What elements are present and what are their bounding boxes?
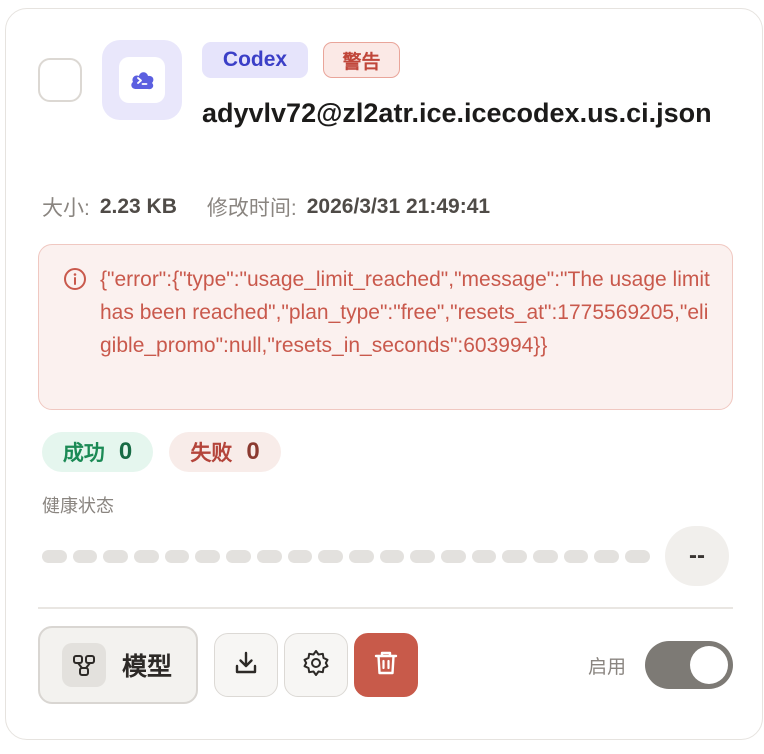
health-segment (563, 550, 589, 563)
health-segment (256, 550, 282, 563)
divider (38, 607, 733, 609)
health-segment (594, 550, 620, 563)
health-segment (471, 550, 497, 563)
enable-toggle[interactable] (645, 641, 733, 689)
toggle-knob (690, 646, 728, 684)
fail-count-pill: 失败 0 (169, 432, 281, 472)
app-icon-tile (102, 40, 182, 120)
gear-icon (301, 648, 331, 683)
health-segment (348, 550, 374, 563)
health-segment (440, 550, 466, 563)
health-segment (134, 550, 159, 563)
delete-button[interactable] (354, 633, 418, 697)
model-nodes-icon (62, 643, 106, 687)
trash-icon (372, 649, 400, 682)
health-segment (72, 550, 98, 563)
health-segment (625, 550, 650, 563)
health-segment (410, 550, 435, 563)
success-count-pill: 成功 0 (42, 432, 153, 472)
provider-badge: Codex (202, 42, 308, 78)
size-value: 2.23 KB (99, 195, 177, 218)
health-label: 健康状态 (42, 496, 114, 516)
error-message-box: {"error":{"type":"usage_limit_reached","… (38, 244, 733, 410)
health-segment (164, 550, 190, 563)
health-bar (42, 550, 650, 564)
health-segment (195, 550, 221, 563)
error-text: {"error":{"type":"usage_limit_reached","… (100, 268, 710, 357)
health-segment (379, 550, 405, 563)
download-button[interactable] (214, 633, 278, 697)
health-segment (287, 550, 313, 563)
success-label: 成功 (62, 442, 105, 465)
terminal-cloud-icon (119, 57, 165, 103)
model-button-label: 模型 (122, 653, 173, 681)
settings-button[interactable] (284, 633, 348, 697)
file-name: adyvlv72@zl2atr.ice.icecodex.us.ci.json (202, 98, 712, 128)
select-checkbox[interactable] (38, 58, 82, 102)
health-segment (502, 550, 527, 563)
enable-label: 启用 (588, 657, 627, 678)
health-score: -- (665, 526, 729, 586)
health-segment (226, 550, 251, 563)
download-icon (232, 649, 260, 682)
health-segment (103, 550, 129, 563)
modified-label: 修改时间: (206, 197, 297, 220)
info-circle-icon (63, 267, 87, 291)
warning-badge: 警告 (323, 42, 400, 78)
health-segment (533, 550, 558, 563)
size-label: 大小: (42, 197, 90, 220)
fail-count: 0 (246, 438, 260, 465)
success-count: 0 (118, 438, 133, 465)
model-button[interactable]: 模型 (38, 626, 198, 704)
health-segment (318, 550, 343, 563)
file-meta: 大小: 2.23 KB 修改时间: 2026/3/31 21:49:41 (42, 192, 490, 222)
fail-label: 失败 (190, 442, 233, 465)
modified-value: 2026/3/31 21:49:41 (306, 195, 491, 218)
health-segment (42, 550, 67, 563)
